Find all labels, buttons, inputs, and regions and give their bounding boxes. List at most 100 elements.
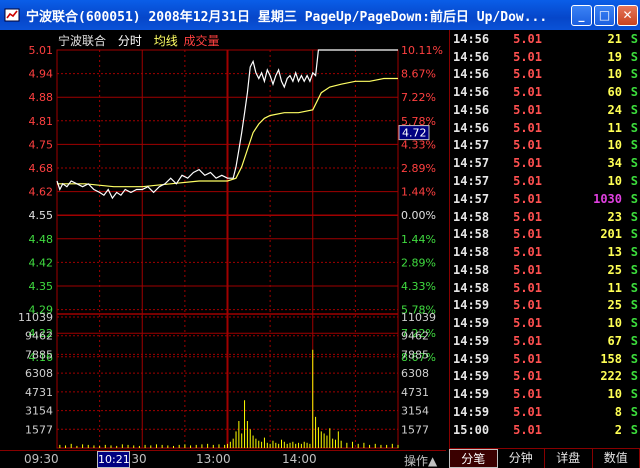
volume-tick-label-right: 1577 (401, 423, 429, 436)
trade-row[interactable]: 14:56 5.01 60 S (450, 83, 640, 101)
trade-row[interactable]: 14:59 5.01 222 S (450, 368, 640, 386)
trade-time: 14:59 (453, 351, 490, 366)
trade-time: 15:00 (453, 422, 490, 437)
trade-volume: 1030 (593, 191, 622, 206)
price-tick-label: 4.62 (29, 186, 54, 199)
trade-row[interactable]: 14:59 5.01 10 S (450, 385, 640, 403)
volume-tick-label-right: 6308 (401, 367, 429, 380)
pct-tick-label: 10.11% (401, 44, 443, 57)
pct-tick-label: 1.44% (401, 233, 436, 246)
action-menu-button[interactable]: 操作▲ (404, 452, 437, 468)
trade-time: 14:56 (453, 120, 490, 135)
trade-price: 5.01 (513, 422, 542, 437)
trade-row[interactable]: 14:59 5.01 67 S (450, 332, 640, 350)
trade-volume: 67 (607, 333, 622, 348)
price-tick-label: 5.01 (29, 44, 54, 57)
trade-direction: S (630, 245, 638, 260)
trade-time: 14:56 (453, 85, 490, 100)
trade-row[interactable]: 14:56 5.01 10 S (450, 66, 640, 84)
chart-header: 宁波联合 分时 均线 成交量 (58, 32, 228, 49)
tab-ticks[interactable]: 分笔 (449, 449, 498, 468)
pct-tick-label: 2.89% (401, 256, 436, 269)
tab-details[interactable]: 详盘 (545, 449, 593, 468)
trade-direction: S (630, 191, 638, 206)
trade-row[interactable]: 15:00 5.01 2 S (450, 421, 640, 439)
trade-row[interactable]: 14:56 5.01 24 S (450, 101, 640, 119)
trade-row[interactable]: 14:57 5.01 34 S (450, 154, 640, 172)
trade-time: 14:56 (453, 49, 490, 64)
trade-volume: 13 (607, 245, 622, 260)
window-title: 宁波联合(600051) 2008年12月31日 星期三 PageUp/Page… (26, 9, 548, 25)
volume-tick-label: 6308 (25, 367, 53, 380)
trade-time: 14:59 (453, 404, 490, 419)
trade-time: 14:59 (453, 333, 490, 348)
trade-row[interactable]: 14:57 5.01 10 S (450, 137, 640, 155)
trade-row[interactable]: 14:59 5.01 158 S (450, 350, 640, 368)
intraday-chart-area[interactable]: 5.01 10.11% 4.94 8.67% 4.88 7.22% 4.81 5.78% 4.7… (0, 30, 446, 450)
trade-price: 5.01 (513, 156, 542, 171)
trade-row[interactable]: 14:59 5.01 25 S (450, 296, 640, 314)
minimize-button[interactable]: _ (571, 4, 592, 26)
trade-row[interactable]: 14:58 5.01 23 S (450, 208, 640, 226)
close-button[interactable]: ✕ (617, 4, 638, 26)
trade-volume: 10 (607, 174, 622, 188)
price-tick-label: 4.94 (29, 68, 54, 81)
pct-tick-label: 4.33% (401, 138, 436, 151)
trade-time: 14:59 (453, 369, 490, 384)
panel-tabs: 分笔 分钟 详盘 数值 (449, 448, 640, 468)
trade-row[interactable]: 14:58 5.01 13 S (450, 243, 640, 261)
trade-direction: S (630, 316, 638, 331)
volume-tick-label-right: 11039 (401, 311, 436, 324)
volume-tick-label: 1577 (25, 423, 53, 436)
trade-direction: S (630, 333, 638, 348)
trade-price: 5.01 (513, 245, 542, 260)
trade-volume: 10 (607, 67, 622, 82)
trade-price: 5.01 (513, 369, 542, 384)
trade-volume: 25 (607, 298, 622, 313)
avg-label[interactable]: 均线 (154, 34, 178, 48)
trade-row[interactable]: 14:58 5.01 11 S (450, 279, 640, 297)
tab-values[interactable]: 数值 (593, 449, 640, 468)
trade-price: 5.01 (513, 298, 542, 313)
price-tick-label: 4.75 (29, 138, 54, 151)
trade-row[interactable]: 14:56 5.01 11 S (450, 119, 640, 137)
pct-tick-label: 4.33% (401, 280, 436, 293)
trade-direction: S (630, 31, 638, 46)
volume-tick-label-right: 3154 (401, 405, 429, 418)
trade-direction: S (630, 227, 638, 242)
trade-row[interactable]: 14:59 5.01 8 S (450, 403, 640, 421)
trade-time: 14:58 (453, 245, 490, 260)
mode-label[interactable]: 分时 (118, 34, 142, 48)
trade-price: 5.01 (513, 227, 542, 242)
trade-row[interactable]: 14:58 5.01 25 S (450, 261, 640, 279)
trade-row[interactable]: 14:58 5.01 201 S (450, 225, 640, 243)
trade-direction: S (630, 138, 638, 153)
trade-price: 5.01 (513, 174, 542, 188)
trade-row[interactable]: 14:59 5.01 10 S (450, 314, 640, 332)
trade-time: 14:56 (453, 67, 490, 82)
maximize-button[interactable]: □ (594, 4, 615, 26)
stock-name: 宁波联合 (58, 34, 107, 48)
trade-volume: 2 (614, 422, 622, 437)
volume-label[interactable]: 成交量 (184, 34, 220, 48)
trade-direction: S (630, 49, 638, 64)
trade-price: 5.01 (513, 138, 542, 153)
title-bar[interactable]: 宁波联合(600051) 2008年12月31日 星期三 PageUp/Page… (0, 0, 640, 30)
trade-row[interactable]: 14:57 5.01 1030 S (450, 190, 640, 208)
trade-volume: 23 (607, 209, 622, 224)
intraday-chart[interactable]: 5.01 10.11%4.94 8.67%4.88 7.22%4.81 5.78%4.7… (0, 30, 446, 450)
trade-price: 5.01 (513, 49, 542, 64)
trade-row[interactable]: 14:56 5.01 21 S (450, 30, 640, 48)
trade-time: 14:59 (453, 387, 490, 402)
tick-trade-list[interactable]: 14:56 5.01 21 S 14:56 5.01 19 S 14:56 5.01 10 S 14:5… (449, 30, 640, 448)
trade-volume: 25 (607, 262, 622, 277)
trade-price: 5.01 (513, 85, 542, 100)
trade-volume: 10 (607, 138, 622, 153)
tab-minutes[interactable]: 分钟 (498, 449, 545, 468)
price-tick-label: 4.35 (29, 280, 54, 293)
time-axis-bar: 09:30 10:30 13:00 14:00 10:21 操作▲ (0, 450, 446, 468)
cursor-time-marker: 10:21 (97, 451, 130, 468)
trade-row[interactable]: 14:57 5.01 10 S (450, 172, 640, 190)
trade-volume: 10 (607, 387, 622, 402)
trade-row[interactable]: 14:56 5.01 19 S (450, 48, 640, 66)
